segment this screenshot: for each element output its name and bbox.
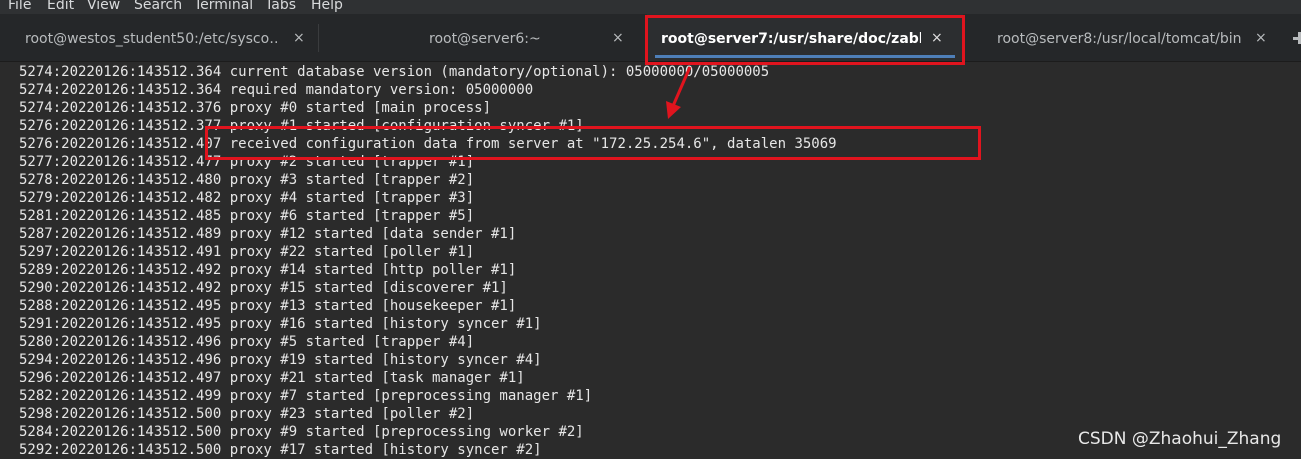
watermark: CSDN @Zhaohui_Zhang bbox=[1078, 429, 1282, 449]
annotation-arrow-icon bbox=[666, 66, 692, 119]
